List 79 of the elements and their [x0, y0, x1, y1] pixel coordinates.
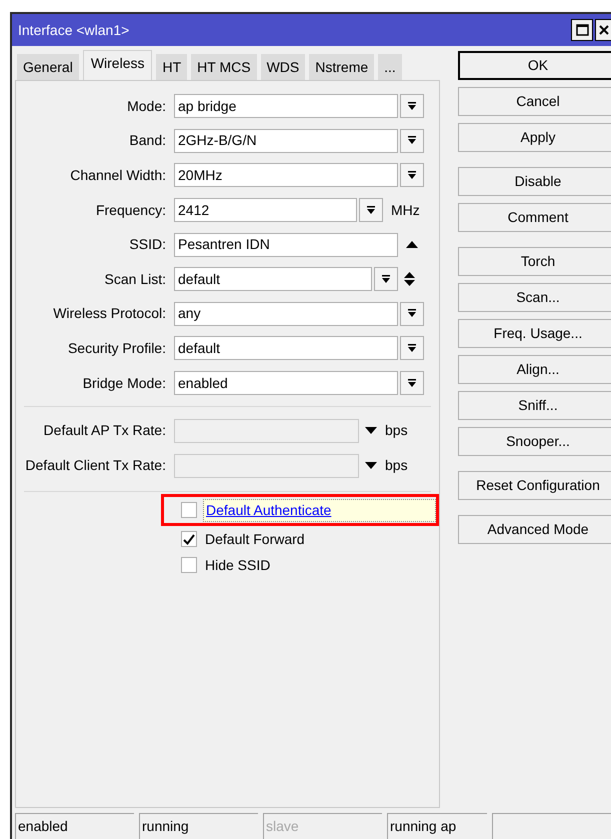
text-field[interactable]: default [174, 336, 398, 360]
dialog-button[interactable]: Snooper... [458, 427, 611, 456]
dropdown-arrow-icon [407, 378, 417, 389]
checkbox-label[interactable]: Default Authenticate [203, 498, 436, 522]
dropdown-button[interactable] [400, 336, 424, 360]
dropdown-arrow-icon [381, 274, 391, 285]
close-button[interactable] [595, 19, 611, 41]
tab[interactable]: Wireless [82, 50, 152, 80]
tab[interactable]: WDS [260, 54, 306, 80]
dropdown-arrow-icon [407, 342, 417, 354]
dropdown-button[interactable] [400, 371, 424, 396]
tab[interactable]: ... [378, 54, 402, 80]
field-label: Band: [128, 131, 167, 150]
unit-label: MHz [391, 200, 420, 220]
dialog-button[interactable]: Disable [458, 167, 611, 196]
dialog-button[interactable]: Freq. Usage... [458, 319, 611, 348]
maximize-button[interactable] [571, 19, 593, 41]
dropdown-arrow-icon[interactable] [365, 462, 377, 470]
dropdown-arrow-icon [407, 100, 417, 112]
field-label: Mode: [126, 96, 167, 116]
dialog-button[interactable]: OK [458, 51, 611, 80]
window-title: Interface <wlan1> [18, 20, 130, 40]
unit-label: bps [385, 421, 408, 440]
field-label: Channel Width: [69, 166, 167, 185]
dropdown-button[interactable] [400, 163, 424, 188]
checkbox-label[interactable]: Hide SSID [205, 554, 270, 576]
dropdown-button[interactable] [374, 267, 398, 292]
unit-label: bps [385, 456, 408, 476]
maximize-icon [576, 24, 588, 36]
dialog-button[interactable]: Sniff... [458, 391, 611, 420]
field-label: Bridge Mode: [82, 374, 167, 393]
dialog-button[interactable]: Advanced Mode [458, 515, 611, 544]
dialog-button[interactable]: Scan... [458, 283, 611, 312]
field-label: Wireless Protocol: [52, 304, 167, 324]
dropdown-arrow-icon [407, 170, 417, 181]
dropdown-arrow-icon[interactable] [365, 426, 377, 435]
dropdown-arrow-icon [407, 308, 417, 320]
text-field[interactable]: ap bridge [174, 94, 398, 118]
field-label: Security Profile: [66, 338, 167, 358]
checkbox[interactable] [181, 502, 197, 518]
status-cell: enabled [15, 813, 134, 839]
dialog-button[interactable]: Cancel [458, 87, 611, 116]
text-field[interactable]: 20MHz [174, 163, 398, 188]
text-field[interactable]: Pesantren IDN [174, 232, 398, 257]
up-down-arrow-icon [404, 271, 415, 288]
text-field[interactable]: default [174, 267, 372, 292]
dropdown-arrow-icon [366, 204, 376, 216]
tab[interactable]: General [17, 54, 79, 80]
text-field[interactable]: enabled [174, 371, 398, 396]
tab[interactable]: HT MCS [191, 54, 257, 80]
dialog-button[interactable]: Apply [458, 123, 611, 152]
dialog-button[interactable]: Align... [458, 355, 611, 384]
text-field[interactable]: any [174, 302, 398, 326]
dropdown-button[interactable] [400, 128, 424, 153]
field-label: Default AP Tx Rate: [42, 421, 167, 440]
checkbox[interactable] [181, 557, 197, 574]
dialog-button[interactable]: Comment [458, 203, 611, 232]
up-arrow-icon [406, 240, 418, 249]
dialog-button[interactable]: Reset Configuration [458, 471, 611, 500]
dropdown-button[interactable] [400, 302, 424, 326]
field-label: Frequency: [94, 200, 167, 220]
tab[interactable]: Nstreme [309, 54, 374, 80]
text-field[interactable]: 2412 [174, 198, 357, 222]
tab[interactable]: HT [156, 54, 188, 80]
checkmark-icon [183, 534, 195, 545]
status-cell: running ap [387, 813, 487, 839]
dropdown-arrow-icon [407, 135, 417, 146]
checkbox[interactable] [181, 531, 197, 548]
text-field[interactable]: 2GHz-B/G/N [174, 128, 398, 153]
status-cell: slave [263, 813, 382, 839]
field-label: Default Client Tx Rate: [24, 456, 167, 476]
dropdown-button[interactable] [359, 198, 383, 222]
status-cell: running [139, 813, 258, 839]
dialog-button[interactable]: Torch [458, 247, 611, 276]
checkbox-label[interactable]: Default Forward [205, 528, 305, 550]
close-icon [598, 25, 608, 35]
field-label: Scan List: [104, 270, 167, 289]
field-label: SSID: [128, 235, 167, 254]
dropdown-button[interactable] [400, 94, 424, 118]
